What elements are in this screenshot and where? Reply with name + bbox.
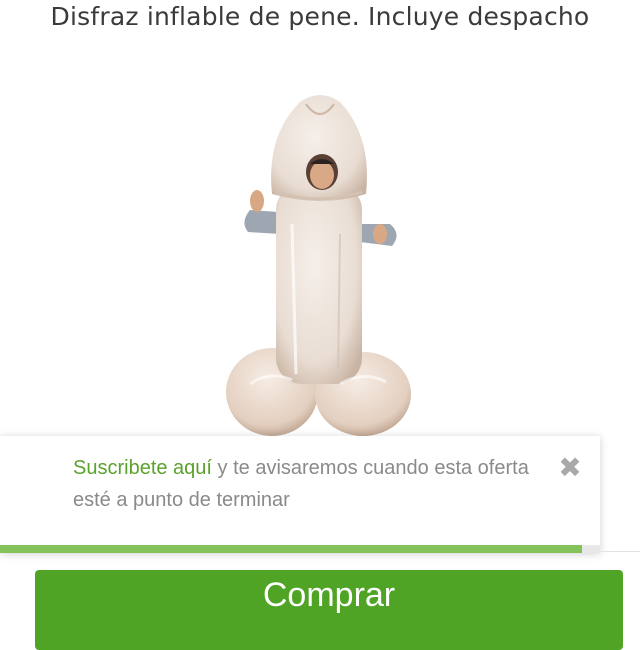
toast-progress-fill bbox=[0, 545, 582, 553]
close-icon[interactable]: ✖ bbox=[556, 454, 584, 482]
subscribe-message: Suscribete aquí y te avisaremos cuando e… bbox=[73, 452, 543, 516]
product-image bbox=[180, 84, 460, 440]
subscribe-link[interactable]: Suscribete aquí bbox=[73, 457, 212, 479]
inflatable-costume-illustration bbox=[226, 95, 411, 436]
product-title: Disfraz inflable de pene. Incluye despac… bbox=[50, 2, 590, 31]
subscribe-toast: Suscribete aquí y te avisaremos cuando e… bbox=[0, 436, 600, 553]
buy-button[interactable]: Comprar bbox=[35, 570, 623, 650]
toast-progress-bar bbox=[0, 545, 600, 553]
divider bbox=[600, 551, 640, 552]
